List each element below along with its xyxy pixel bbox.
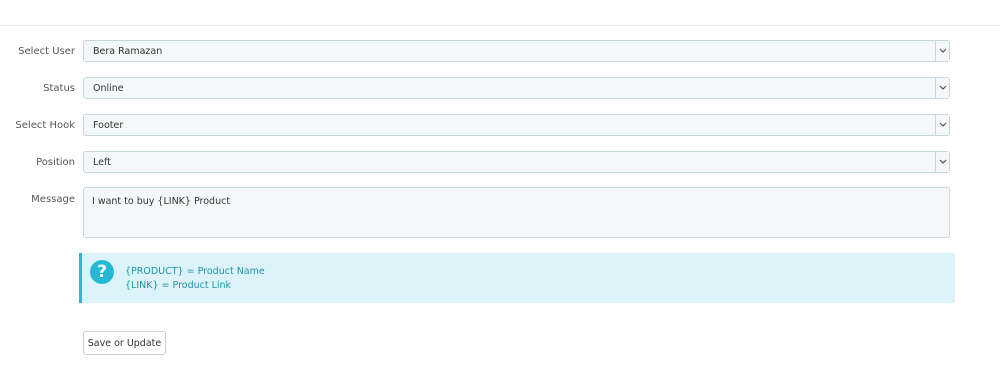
position-value: Left	[93, 157, 111, 168]
select-hook-value: Footer	[93, 120, 124, 131]
status-dropdown[interactable]: Online	[83, 77, 950, 99]
status-label: Status	[43, 83, 75, 94]
status-value: Online	[93, 83, 124, 94]
select-user-dropdown[interactable]: Bera Ramazan	[83, 40, 950, 62]
select-hook-dropdown[interactable]: Footer	[83, 114, 950, 136]
save-or-update-button[interactable]: Save or Update	[83, 331, 166, 355]
question-circle-icon: ?	[90, 260, 114, 284]
message-label: Message	[31, 194, 75, 205]
select-hook-label: Select Hook	[15, 120, 75, 131]
info-line-product: {PRODUCT} = Product Name	[125, 266, 265, 277]
top-bar	[0, 0, 1000, 26]
chevron-down-icon	[935, 78, 949, 98]
chevron-down-icon	[935, 41, 949, 61]
message-textarea[interactable]: I want to buy {LINK} Product	[83, 187, 950, 238]
position-dropdown[interactable]: Left	[83, 151, 950, 173]
message-value: I want to buy {LINK} Product	[92, 196, 231, 207]
select-user-label: Select User	[18, 46, 75, 57]
info-alert: ? {PRODUCT} = Product Name {LINK} = Prod…	[79, 253, 955, 303]
position-label: Position	[36, 157, 75, 168]
chevron-down-icon	[935, 152, 949, 172]
info-line-link: {LINK} = Product Link	[125, 280, 232, 291]
select-user-value: Bera Ramazan	[93, 46, 163, 57]
chevron-down-icon	[935, 115, 949, 135]
